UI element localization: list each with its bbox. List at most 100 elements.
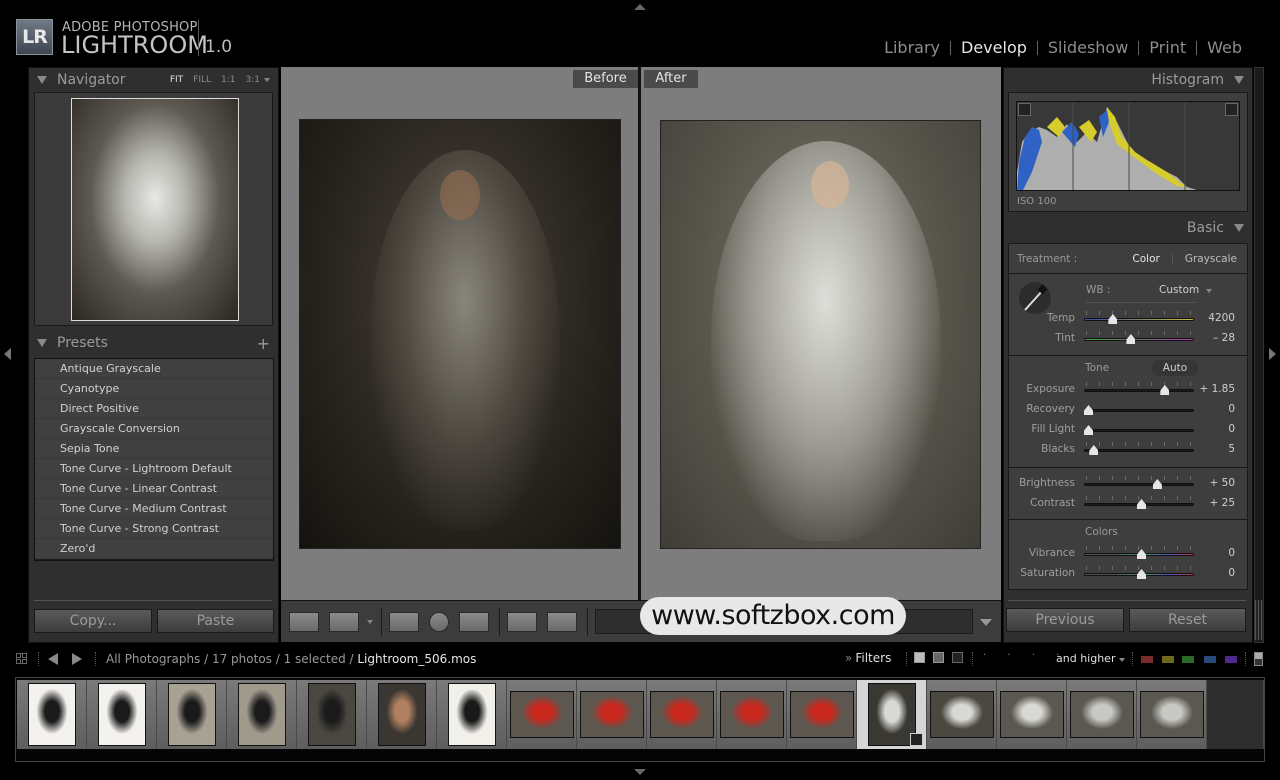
filmstrip-thumbnail-cell[interactable] — [297, 680, 367, 749]
right-panel-toggle-arrow[interactable] — [1269, 348, 1276, 360]
tint-slider-thumb[interactable] — [1126, 334, 1136, 344]
recovery-slider-track[interactable] — [1084, 409, 1194, 412]
spot-removal-icon[interactable] — [459, 612, 489, 632]
copy-settings-button[interactable]: Copy... — [34, 609, 152, 633]
navigator-preview[interactable] — [34, 92, 273, 326]
recovery-slider-thumb[interactable] — [1084, 405, 1093, 415]
module-library[interactable]: Library — [884, 38, 940, 57]
red-label-filter[interactable] — [1141, 656, 1153, 663]
filmstrip-thumbnail-cell[interactable] — [87, 680, 157, 749]
contrast-slider-thumb[interactable] — [1137, 499, 1146, 509]
copy-after-to-before-icon[interactable] — [507, 612, 537, 632]
module-web[interactable]: Web — [1207, 38, 1242, 57]
zoom-fill[interactable]: FILL — [193, 75, 211, 85]
photo-thumbnail[interactable] — [168, 683, 216, 746]
treatment-color-option[interactable]: Color — [1132, 253, 1159, 265]
photo-thumbnail[interactable] — [378, 683, 426, 746]
photo-thumbnail[interactable] — [720, 691, 784, 738]
toolbar-options-dropdown-icon[interactable] — [980, 619, 992, 626]
next-photo-arrow-icon[interactable] — [72, 653, 82, 665]
filmstrip-thumbnail-cell[interactable] — [1067, 680, 1137, 749]
photo-thumbnail[interactable] — [308, 683, 356, 746]
previous-photo-arrow-icon[interactable] — [48, 653, 58, 665]
collapse-triangle-icon[interactable] — [1234, 76, 1244, 84]
collapse-triangle-icon[interactable] — [1234, 224, 1244, 232]
preset-item[interactable]: Tone Curve - Medium Contrast — [35, 499, 273, 519]
brightness-slider-thumb[interactable] — [1152, 479, 1162, 489]
add-preset-icon[interactable]: + — [257, 334, 270, 353]
filmstrip-thumbnail-cell[interactable] — [367, 680, 437, 749]
temp-value[interactable]: 4200 — [1208, 312, 1235, 324]
temp-slider-thumb[interactable] — [1108, 314, 1118, 324]
treatment-grayscale-option[interactable]: Grayscale — [1185, 253, 1237, 265]
photo-thumbnail[interactable] — [510, 691, 574, 738]
photo-thumbnail[interactable] — [868, 683, 916, 746]
auto-tone-button[interactable]: Auto — [1152, 360, 1198, 376]
blacks-slider-thumb[interactable] — [1089, 445, 1099, 455]
paste-settings-button[interactable]: Paste — [157, 609, 274, 633]
grid-view-icon[interactable] — [16, 653, 27, 664]
exposure-slider-track[interactable] — [1084, 389, 1194, 392]
blacks-value[interactable]: 5 — [1228, 443, 1235, 455]
before-after-yy-icon[interactable] — [329, 612, 359, 632]
zoom-3-1[interactable]: 3:1 — [246, 75, 260, 85]
exposure-slider-thumb[interactable] — [1160, 385, 1170, 395]
photo-thumbnail[interactable] — [930, 691, 994, 738]
scrollbar-grip[interactable] — [1255, 600, 1263, 640]
filmstrip-thumbnail-cell[interactable] — [927, 680, 997, 749]
filters-toggle[interactable]: » Filters — [845, 651, 891, 665]
filmstrip-thumbnail-cell[interactable] — [17, 680, 87, 749]
module-slideshow[interactable]: Slideshow — [1048, 38, 1128, 57]
preset-item[interactable]: Tone Curve - Linear Contrast — [35, 479, 273, 499]
tint-slider-track[interactable] — [1084, 338, 1194, 341]
brightness-value[interactable]: + 50 — [1210, 477, 1236, 489]
crop-icon[interactable] — [389, 612, 419, 632]
source-breadcrumb[interactable]: All Photographs / 17 photos / 1 selected… — [106, 652, 476, 666]
preset-item[interactable]: Tone Curve - Lightroom Default — [35, 459, 273, 479]
filmstrip-thumbnail-cell[interactable] — [157, 680, 227, 749]
saturation-slider-thumb[interactable] — [1137, 569, 1146, 579]
photo-thumbnail[interactable] — [790, 691, 854, 738]
filmstrip-thumbnail-cell[interactable] — [717, 680, 787, 749]
filmstrip-thumbnail-cell[interactable] — [507, 680, 577, 749]
photo-thumbnail[interactable] — [1000, 691, 1064, 738]
photo-thumbnail[interactable] — [580, 691, 644, 738]
fill-light-slider-thumb[interactable] — [1084, 425, 1093, 435]
saturation-value[interactable]: 0 — [1228, 567, 1235, 579]
wb-preset-dropdown[interactable]: Custom — [1159, 284, 1199, 296]
exposure-value[interactable]: + 1.85 — [1199, 383, 1235, 395]
basic-header[interactable]: Basic — [1004, 216, 1252, 240]
bottom-panel-toggle-arrow[interactable] — [634, 769, 646, 775]
filmstrip-thumbnail-cell[interactable] — [997, 680, 1067, 749]
histogram-header[interactable]: Histogram — [1004, 68, 1252, 92]
previous-settings-button[interactable]: Previous — [1006, 608, 1124, 632]
loupe-view-icon[interactable] — [289, 612, 319, 632]
filmstrip-thumbnail-cell[interactable] — [1137, 680, 1207, 749]
vibrance-slider-thumb[interactable] — [1137, 549, 1146, 559]
module-print[interactable]: Print — [1149, 38, 1186, 57]
filmstrip-thumbnail-cell[interactable] — [647, 680, 717, 749]
collapse-triangle-icon[interactable] — [37, 339, 47, 347]
filmstrip-thumbnail-cell[interactable] — [857, 680, 927, 749]
photo-thumbnail[interactable] — [28, 683, 76, 746]
photo-thumbnail[interactable] — [650, 691, 714, 738]
recovery-value[interactable]: 0 — [1228, 403, 1235, 415]
fill-light-value[interactable]: 0 — [1228, 423, 1235, 435]
filmstrip-thumbnail-cell[interactable] — [577, 680, 647, 749]
copy-before-to-after-icon[interactable] — [547, 612, 577, 632]
module-develop[interactable]: Develop — [961, 38, 1027, 57]
photo-thumbnail[interactable] — [448, 683, 496, 746]
contrast-value[interactable]: + 25 — [1210, 497, 1236, 509]
navigator-thumbnail[interactable] — [71, 98, 239, 321]
top-panel-toggle-arrow[interactable] — [634, 4, 646, 10]
purple-label-filter[interactable] — [1225, 656, 1237, 663]
yellow-label-filter[interactable] — [1162, 656, 1174, 663]
zoom-1-1[interactable]: 1:1 — [221, 75, 235, 85]
tint-value[interactable]: – 28 — [1213, 332, 1235, 344]
rating-dropdown-icon[interactable] — [1119, 658, 1125, 662]
zoom-dropdown-icon[interactable] — [264, 78, 270, 82]
vibrance-value[interactable]: 0 — [1228, 547, 1235, 559]
navigator-header[interactable]: Navigator FIT FILL 1:1 3:1 — [29, 68, 278, 92]
preset-item[interactable]: Sepia Tone — [35, 439, 273, 459]
rejected-filter-icon[interactable] — [952, 652, 963, 663]
